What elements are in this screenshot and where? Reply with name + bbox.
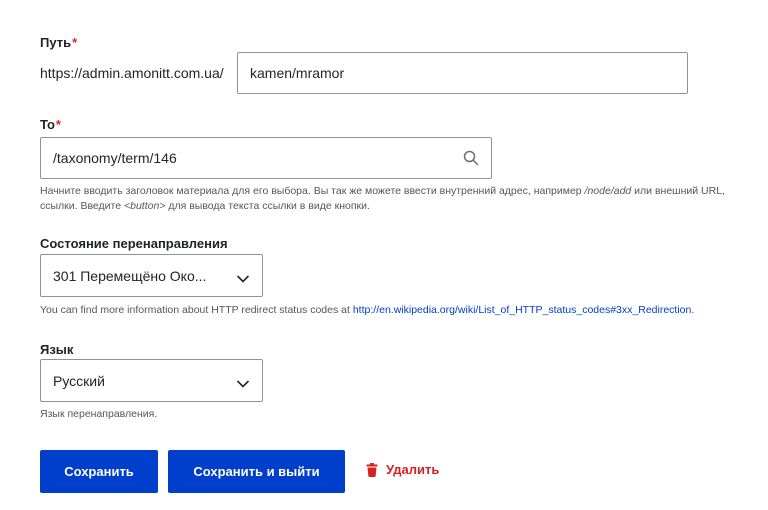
save-button[interactable]: Сохранить [40,450,158,493]
to-description: Начните вводить заголовок материала для … [40,184,768,214]
required-mark: * [55,117,61,132]
to-desc-text: ссылки. Введите [40,200,124,212]
redirect-status-value: 301 Перемещёно Око... [53,267,207,284]
redirect-status-label: Состояние перенаправления [40,236,228,251]
to-label: To* [40,117,61,132]
to-desc-text: для вывода текста ссылки в виде кнопки. [165,200,370,212]
to-desc-example: <button> [123,200,166,212]
required-mark: * [72,35,78,50]
redirect-desc-end: . [691,304,695,316]
to-desc-text: или внешний URL, [631,185,725,197]
redirect-status-description: You can find more information about HTTP… [40,303,694,318]
delete-link[interactable]: Удалить [366,462,439,477]
chevron-down-icon [236,376,250,388]
to-input-value: /taxonomy/term/146 [53,150,177,166]
language-label: Язык [40,342,74,357]
wikipedia-link[interactable]: http://en.wikipedia.org/wiki/List_of_HTT… [353,304,692,316]
trash-icon [366,462,378,477]
redirect-status-select[interactable]: 301 Перемещёно Око... [40,254,263,297]
language-select[interactable]: Русский [40,359,263,402]
path-input-value: kamen/mramor [250,65,345,81]
path-label-text: Путь [40,35,72,50]
to-input[interactable]: /taxonomy/term/146 [40,137,492,179]
search-icon [463,150,479,166]
save-and-exit-button[interactable]: Сохранить и выйти [168,450,345,493]
redirect-desc-text: You can find more information about HTTP… [40,304,353,316]
to-desc-example: /node/add [584,185,632,197]
path-label: Путь* [40,35,77,50]
path-prefix: https://admin.amonitt.com.ua/ [40,65,224,81]
language-value: Русский [53,372,105,389]
path-input[interactable]: kamen/mramor [237,52,688,94]
to-desc-text: Начните вводить заголовок материала для … [40,185,585,197]
to-label-text: To [40,117,55,132]
chevron-down-icon [236,271,250,283]
delete-label: Удалить [386,462,440,477]
language-description: Язык перенаправления. [40,408,158,420]
